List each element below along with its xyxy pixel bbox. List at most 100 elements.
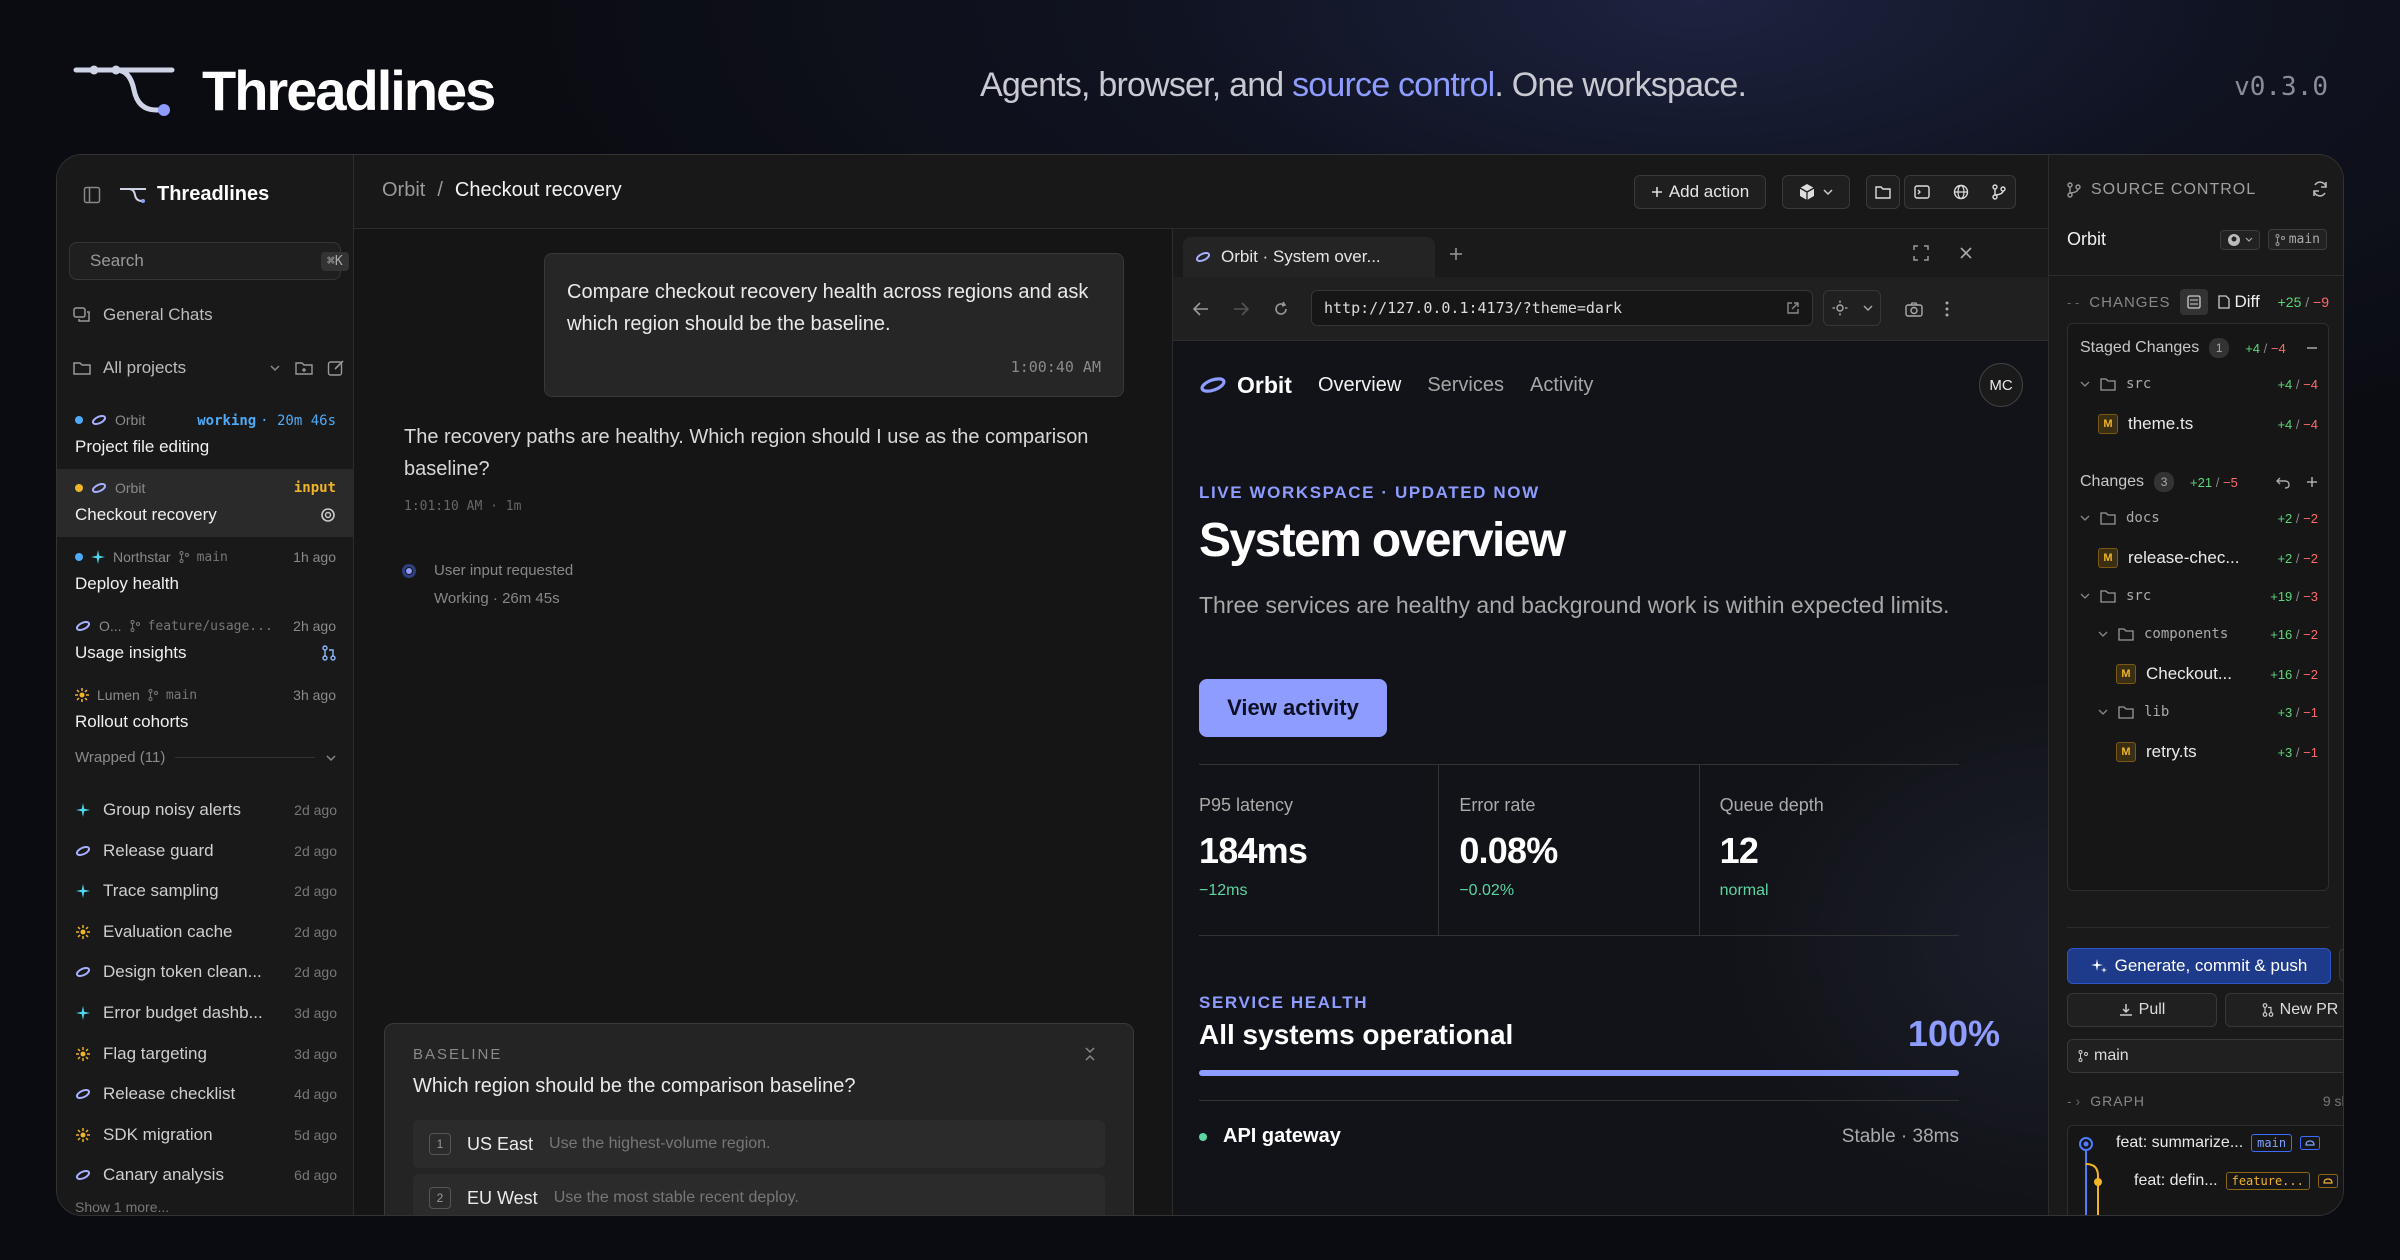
thread-item[interactable]: Lumen main 3h ago Rollout cohorts: [57, 676, 354, 744]
group-actions: [2306, 342, 2318, 354]
editor-picker-button[interactable]: [1782, 175, 1850, 209]
file-row[interactable]: Mtheme.ts +4 / −4: [2098, 414, 2318, 434]
terminal-icon[interactable]: [1913, 185, 1930, 199]
line-additions: +4: [2277, 416, 2293, 432]
minus-icon[interactable]: [2306, 342, 2318, 354]
wrapped-thread-item[interactable]: Evaluation cache 2d ago: [75, 922, 337, 942]
new-tab-icon[interactable]: [1449, 247, 1463, 261]
metric-label: Queue depth: [1719, 795, 1824, 815]
collapse-icon[interactable]: [1083, 1046, 1097, 1062]
wrapped-thread-item[interactable]: Design token clean... 2d ago: [75, 962, 337, 982]
theme-picker[interactable]: [1823, 290, 1881, 326]
plus-icon[interactable]: [2306, 476, 2318, 488]
folder-row[interactable]: docs +2 / −2: [2080, 510, 2318, 526]
browser-tab[interactable]: Orbit · System over...: [1183, 237, 1435, 277]
search-box[interactable]: ⌘K: [69, 242, 349, 280]
file-row[interactable]: Mretry.ts +3 / −1: [2116, 742, 2318, 762]
chevron-down-icon[interactable]: [325, 752, 337, 764]
wrapped-thread-item[interactable]: Flag targeting 3d ago: [75, 1044, 337, 1064]
service-row[interactable]: API gateway Stable · 38ms: [1199, 1100, 1959, 1148]
sidebar-toggle-icon[interactable]: [83, 186, 101, 204]
wrapped-thread-item[interactable]: Release checklist 4d ago: [75, 1084, 337, 1104]
wrapped-thread-title: SDK migration: [103, 1124, 213, 1144]
file-row[interactable]: Mrelease-chec... +2 / −2: [2098, 548, 2318, 568]
sun-project-icon: [75, 924, 91, 939]
change-group-header[interactable]: Staged Changes 1 +4 / −4: [2080, 338, 2318, 358]
thread-item-active[interactable]: Orbit input Checkout recovery: [57, 469, 354, 537]
orbit-project-icon: [75, 621, 91, 631]
file-name: theme.ts: [2128, 414, 2194, 433]
url-field[interactable]: http://127.0.0.1:4173/?theme=dark: [1311, 290, 1813, 326]
commit-row[interactable]: feat: summarize... main: [2116, 1134, 2321, 1152]
general-chats-link[interactable]: General Chats: [73, 305, 345, 325]
thread-meta: Orbit working · 20m 46s: [75, 411, 336, 429]
pull-button[interactable]: Pull: [2067, 993, 2217, 1027]
avatar[interactable]: MC: [1979, 363, 2023, 407]
nav-services[interactable]: Services: [1427, 374, 1504, 397]
commit-options-button[interactable]: [2339, 948, 2343, 982]
folder-row[interactable]: src +4 / −4: [2080, 376, 2318, 392]
add-action-button[interactable]: Add action: [1634, 175, 1766, 209]
branch-select[interactable]: main: [2067, 1039, 2343, 1073]
nav-overview[interactable]: Overview: [1318, 374, 1401, 397]
discard-icon[interactable]: [2276, 475, 2290, 489]
folder-open-icon: [1875, 186, 1891, 199]
nav-activity[interactable]: Activity: [1530, 374, 1593, 397]
total-changes: +25 / −9: [2278, 294, 2329, 310]
wrapped-thread-title: Canary analysis: [103, 1165, 224, 1185]
wrapped-thread-item[interactable]: Group noisy alerts 2d ago: [75, 800, 337, 820]
site-brand[interactable]: Orbit: [1199, 372, 1292, 399]
wrapped-thread-item[interactable]: Canary analysis 6d ago: [75, 1165, 337, 1185]
show-more-link[interactable]: Show 1 more...: [75, 1199, 169, 1215]
generate-commit-push-button[interactable]: Generate, commit & push: [2067, 948, 2331, 984]
github-picker[interactable]: [2219, 229, 2260, 250]
folder-row[interactable]: lib +3 / −1: [2098, 704, 2318, 720]
git-branch-icon: [2067, 182, 2081, 198]
close-icon[interactable]: [1959, 246, 1973, 260]
line-deletions: −2: [2303, 510, 2318, 526]
view-activity-button[interactable]: View activity: [1199, 679, 1387, 737]
chevron-down-icon[interactable]: [269, 362, 281, 374]
wrapped-thread-item[interactable]: Release guard 2d ago: [75, 841, 337, 861]
list-view-toggle[interactable]: [2180, 289, 2209, 315]
status-dot: [75, 553, 83, 561]
search-input[interactable]: [90, 251, 311, 271]
all-projects-link[interactable]: All projects: [73, 358, 345, 378]
thread-item[interactable]: Orbit working · 20m 46s Project file edi…: [57, 401, 354, 469]
forward-icon[interactable]: [1233, 302, 1249, 316]
new-pr-button[interactable]: New PR: [2225, 993, 2343, 1027]
compose-icon[interactable]: [327, 359, 345, 377]
site-brand-label: Orbit: [1237, 371, 1292, 398]
wrapped-thread-item[interactable]: Error budget dashb... 3d ago: [75, 1003, 337, 1023]
external-link-icon[interactable]: [1786, 301, 1800, 315]
maximize-icon[interactable]: [1913, 245, 1929, 261]
folder-row[interactable]: src +19 / −3: [2080, 588, 2318, 604]
globe-icon[interactable]: [1953, 184, 1969, 200]
file-row[interactable]: M Checkout... +16 / −2: [2116, 664, 2318, 684]
all-projects-label: All projects: [103, 358, 187, 377]
folder-row[interactable]: components +16 / −2: [2098, 626, 2318, 642]
reload-icon[interactable]: [1273, 301, 1289, 317]
branch-pill[interactable]: main: [2267, 229, 2327, 250]
wrapped-thread-item[interactable]: Trace sampling 2d ago: [75, 881, 337, 901]
back-icon[interactable]: [1193, 302, 1209, 316]
more-vertical-icon[interactable]: [1945, 301, 1949, 317]
refresh-icon[interactable]: [2311, 180, 2329, 198]
change-group-header[interactable]: Changes 3 +21 / −5: [2080, 472, 2318, 492]
thread-item[interactable]: Northstar main 1h ago Deploy health: [57, 538, 354, 606]
diff-toggle[interactable]: Diff: [2218, 292, 2260, 312]
answer-option[interactable]: 2 EU West Use the most stable recent dep…: [413, 1174, 1105, 1215]
breadcrumb-root[interactable]: Orbit: [382, 179, 425, 202]
answer-option[interactable]: 1 US East Use the highest-volume region.: [413, 1120, 1105, 1168]
thread-item[interactable]: O... feature/usage... 2h ago Usage insig…: [57, 607, 354, 675]
git-branch-icon[interactable]: [1992, 184, 2007, 200]
question-text: Which region should be the comparison ba…: [413, 1075, 856, 1097]
camera-icon[interactable]: [1905, 301, 1923, 317]
graph-header[interactable]: - › GRAPH 9 shown: [2067, 1093, 2343, 1109]
commit-row[interactable]: feat: defin... feature...: [2134, 1172, 2338, 1190]
files-toggle[interactable]: [1866, 175, 1900, 209]
wrapped-section-header[interactable]: Wrapped (11): [75, 749, 337, 766]
file-name: release-chec...: [2128, 548, 2240, 567]
wrapped-thread-item[interactable]: SDK migration 5d ago: [75, 1125, 337, 1145]
new-folder-icon[interactable]: [295, 360, 313, 376]
